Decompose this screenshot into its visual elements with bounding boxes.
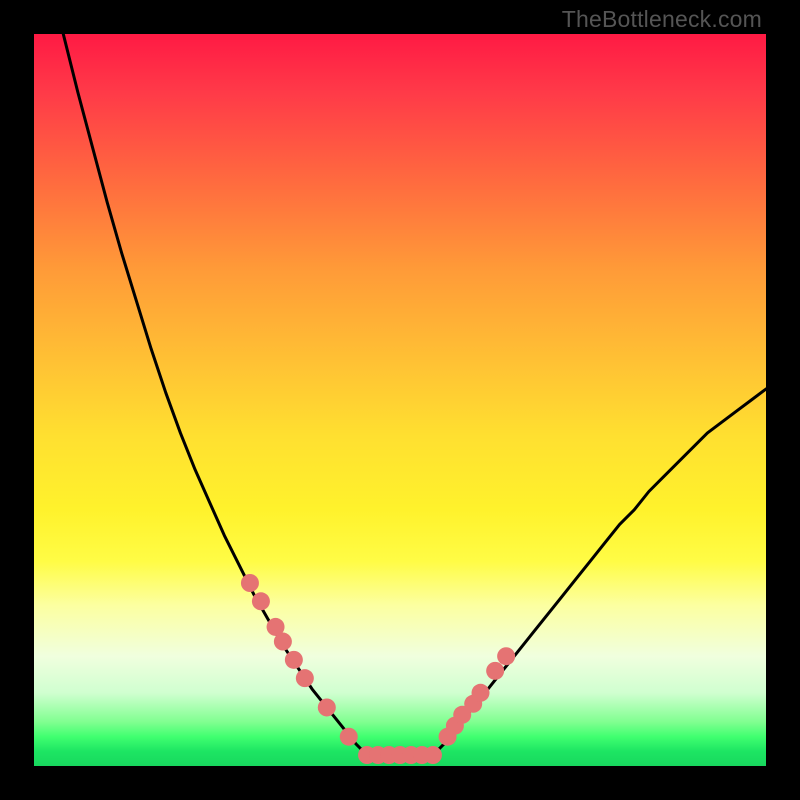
data-point bbox=[340, 728, 358, 746]
watermark-text: TheBottleneck.com bbox=[562, 6, 762, 33]
data-point bbox=[285, 651, 303, 669]
data-point bbox=[472, 684, 490, 702]
data-point bbox=[252, 592, 270, 610]
bottleneck-chart bbox=[34, 34, 766, 766]
data-point bbox=[486, 662, 504, 680]
data-point bbox=[318, 698, 336, 716]
curve-left-curve bbox=[63, 34, 367, 755]
data-point bbox=[424, 746, 442, 764]
data-point bbox=[497, 647, 515, 665]
data-point bbox=[274, 633, 292, 651]
data-point bbox=[241, 574, 259, 592]
plot-svg bbox=[34, 34, 766, 766]
data-point bbox=[296, 669, 314, 687]
